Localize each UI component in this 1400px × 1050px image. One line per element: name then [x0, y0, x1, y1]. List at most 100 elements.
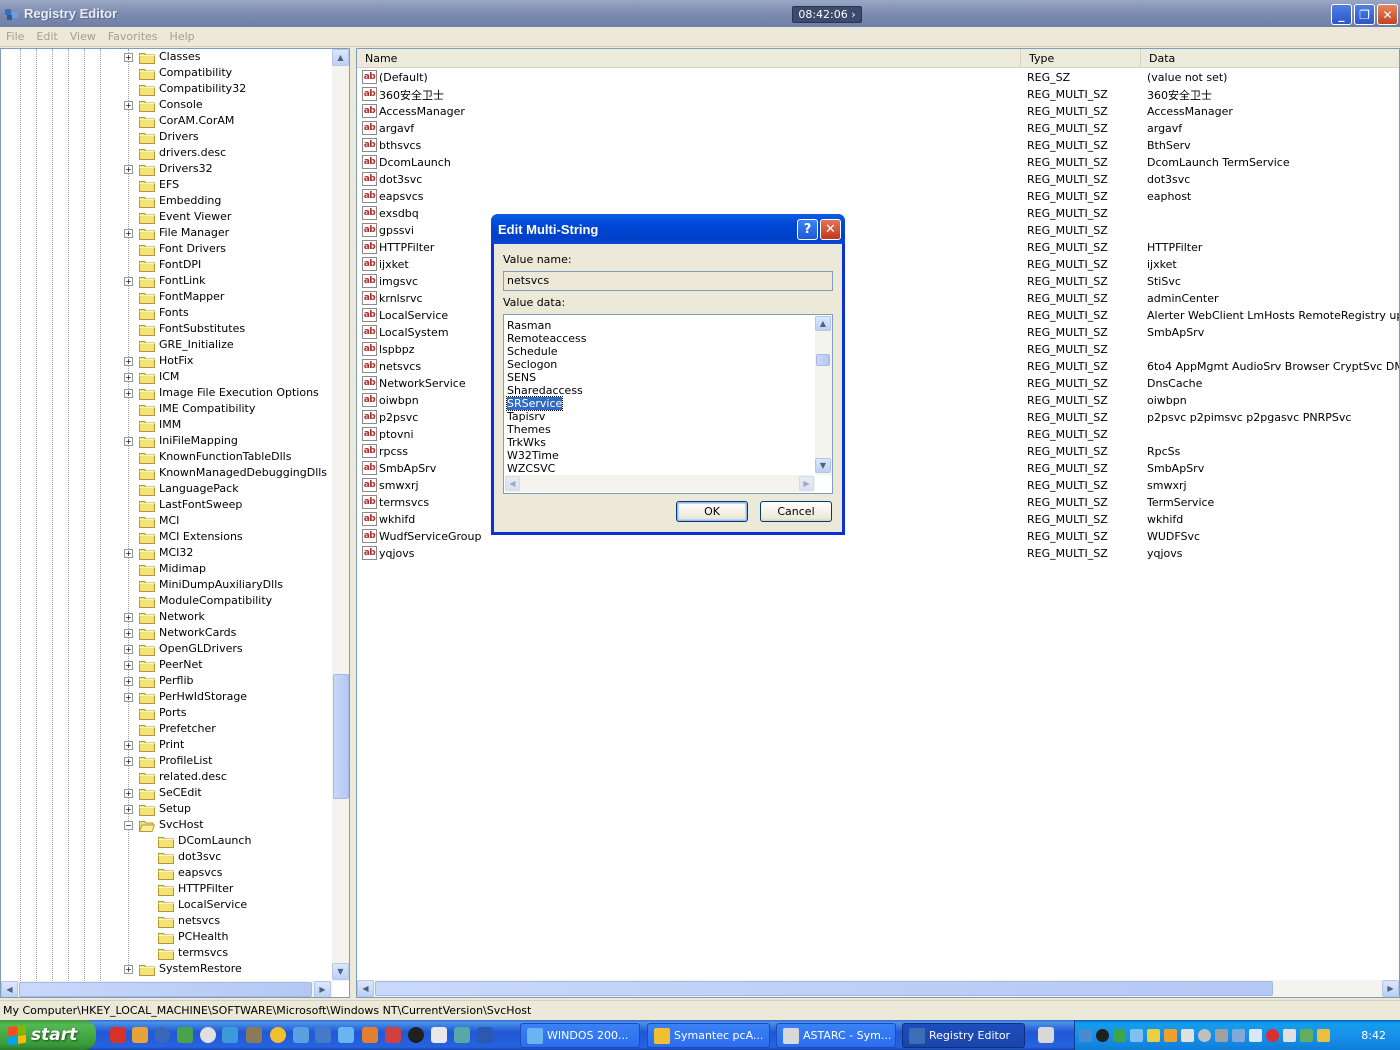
tree-node[interactable]: IMM: [1, 417, 331, 433]
search-icon[interactable]: [1130, 1028, 1143, 1042]
menu-view[interactable]: View: [64, 30, 102, 43]
tree-vertical-scrollbar[interactable]: ▲ ▼: [332, 49, 349, 981]
expand-icon[interactable]: +: [124, 629, 133, 638]
expand-icon[interactable]: +: [124, 277, 133, 286]
tree-node[interactable]: IME Compatibility: [1, 401, 331, 417]
tray-icon[interactable]: [1283, 1028, 1296, 1042]
quicklaunch-tool-icon[interactable]: [222, 1027, 238, 1043]
quicklaunch-app-icon[interactable]: [270, 1027, 286, 1043]
expand-icon[interactable]: +: [124, 677, 133, 686]
tree-node[interactable]: dot3svc: [1, 849, 331, 865]
quicklaunch-disc-icon[interactable]: [154, 1027, 170, 1043]
expand-icon[interactable]: +: [124, 101, 133, 110]
tree-node[interactable]: related.desc: [1, 769, 331, 785]
tree-node[interactable]: + PerHwIdStorage: [1, 689, 331, 705]
textarea-vertical-scrollbar[interactable]: ▲ ▼: [815, 316, 832, 475]
expand-icon[interactable]: +: [124, 549, 133, 558]
network-icon[interactable]: [1215, 1028, 1228, 1042]
scroll-right-button[interactable]: ▶: [1382, 980, 1399, 997]
list-row[interactable]: ab DcomLaunch REG_MULTI_SZ DcomLaunch TermS…: [357, 154, 1399, 171]
maximize-button[interactable]: ❐: [1354, 4, 1375, 25]
tree-node[interactable]: termsvcs: [1, 945, 331, 961]
tree-node[interactable]: + File Manager: [1, 225, 331, 241]
tree-node[interactable]: + OpenGLDrivers: [1, 641, 331, 657]
tree-node[interactable]: DComLaunch: [1, 833, 331, 849]
quicklaunch-acrobat-icon[interactable]: [110, 1027, 126, 1043]
expand-icon[interactable]: +: [124, 165, 133, 174]
tree-node[interactable]: + MCI32: [1, 545, 331, 561]
column-header-type[interactable]: Type: [1021, 49, 1141, 68]
tree-node[interactable]: KnownFunctionTableDlls: [1, 449, 331, 465]
list-row[interactable]: ab (Default) REG_SZ (value not set): [357, 69, 1399, 86]
expand-icon[interactable]: +: [124, 53, 133, 62]
column-header-data[interactable]: Data: [1141, 49, 1399, 68]
tree-node[interactable]: netsvcs: [1, 913, 331, 929]
menu-file[interactable]: File: [0, 30, 30, 43]
collapse-icon[interactable]: −: [124, 821, 133, 830]
expand-icon[interactable]: +: [124, 757, 133, 766]
tree-node[interactable]: GRE_Initialize: [1, 337, 331, 353]
expand-icon[interactable]: +: [124, 389, 133, 398]
list-row[interactable]: ab 360安全卫士 REG_MULTI_SZ 360安全卫士: [357, 86, 1399, 103]
list-row[interactable]: ab argavf REG_MULTI_SZ argavf: [357, 120, 1399, 137]
tree-node[interactable]: MCI Extensions: [1, 529, 331, 545]
tree-node[interactable]: Drivers: [1, 129, 331, 145]
quicklaunch-music-icon[interactable]: [293, 1027, 309, 1043]
dialog-help-button[interactable]: ?: [797, 219, 818, 240]
list-horizontal-scrollbar[interactable]: ◀ ▶: [357, 980, 1399, 997]
tray-icon[interactable]: [1079, 1028, 1092, 1042]
tree-node[interactable]: + ICM: [1, 369, 331, 385]
tree-node[interactable]: + Perflib: [1, 673, 331, 689]
expand-icon[interactable]: +: [124, 965, 133, 974]
task-button-registry-editor[interactable]: Registry Editor: [902, 1023, 1025, 1048]
scroll-left-button[interactable]: ◀: [1, 981, 18, 997]
network-icon[interactable]: [1232, 1028, 1245, 1042]
scroll-down-button[interactable]: ▼: [332, 963, 349, 980]
expand-icon[interactable]: +: [124, 693, 133, 702]
tree-node[interactable]: + SeCEdit: [1, 785, 331, 801]
expand-icon[interactable]: +: [124, 661, 133, 670]
quicklaunch-app-icon[interactable]: [362, 1027, 378, 1043]
tree-node[interactable]: Event Viewer: [1, 209, 331, 225]
task-button-windos[interactable]: WINDOS 200...: [520, 1023, 640, 1048]
quicklaunch-app-icon[interactable]: [132, 1027, 148, 1043]
tree-node[interactable]: MCI: [1, 513, 331, 529]
column-header-name[interactable]: Name: [357, 49, 1021, 68]
tree-node[interactable]: eapsvcs: [1, 865, 331, 881]
tree-node[interactable]: Prefetcher: [1, 721, 331, 737]
tree-node[interactable]: + Image File Execution Options: [1, 385, 331, 401]
tree-node[interactable]: Fonts: [1, 305, 331, 321]
tray-icon[interactable]: [1113, 1028, 1126, 1042]
quicklaunch-app-icon[interactable]: [477, 1027, 493, 1043]
tree-node[interactable]: + NetworkCards: [1, 625, 331, 641]
cancel-button[interactable]: Cancel: [760, 501, 832, 522]
tray-icon[interactable]: [1249, 1028, 1262, 1042]
quicklaunch-app-icon[interactable]: [431, 1027, 447, 1043]
expand-icon[interactable]: +: [124, 645, 133, 654]
list-row[interactable]: ab yqjovs REG_MULTI_SZ yqjovs: [357, 545, 1399, 562]
tree-node[interactable]: ModuleCompatibility: [1, 593, 331, 609]
tree-hscroll-thumb[interactable]: [19, 982, 312, 997]
list-hscroll-thumb[interactable]: [375, 981, 1273, 996]
expand-icon[interactable]: +: [124, 741, 133, 750]
tree-node[interactable]: Midimap: [1, 561, 331, 577]
tree-node[interactable]: FontSubstitutes: [1, 321, 331, 337]
qq-icon[interactable]: [1096, 1028, 1109, 1042]
registry-tree-pane[interactable]: + Classes Compatibility Compatibility32 + Con…: [0, 48, 350, 998]
scroll-right-button[interactable]: ▶: [314, 981, 331, 997]
tree-horizontal-scrollbar[interactable]: ◀ ▶: [1, 981, 332, 997]
tree-node[interactable]: + Drivers32: [1, 161, 331, 177]
quicklaunch-ie-icon[interactable]: [338, 1027, 354, 1043]
minimize-button[interactable]: _: [1331, 4, 1352, 25]
list-row[interactable]: ab AccessManager REG_MULTI_SZ AccessManager: [357, 103, 1399, 120]
menu-help[interactable]: Help: [164, 30, 201, 43]
tree-node[interactable]: + Network: [1, 609, 331, 625]
quicklaunch-app-icon[interactable]: [246, 1027, 262, 1043]
scroll-down-button[interactable]: ▼: [815, 458, 831, 473]
tree-node[interactable]: Ports: [1, 705, 331, 721]
tree-node[interactable]: HTTPFilter: [1, 881, 331, 897]
expand-icon[interactable]: +: [124, 805, 133, 814]
title-bar[interactable]: Registry Editor: [0, 0, 1400, 27]
tree-node[interactable]: Compatibility: [1, 65, 331, 81]
scroll-right-button[interactable]: ▶: [799, 476, 814, 491]
